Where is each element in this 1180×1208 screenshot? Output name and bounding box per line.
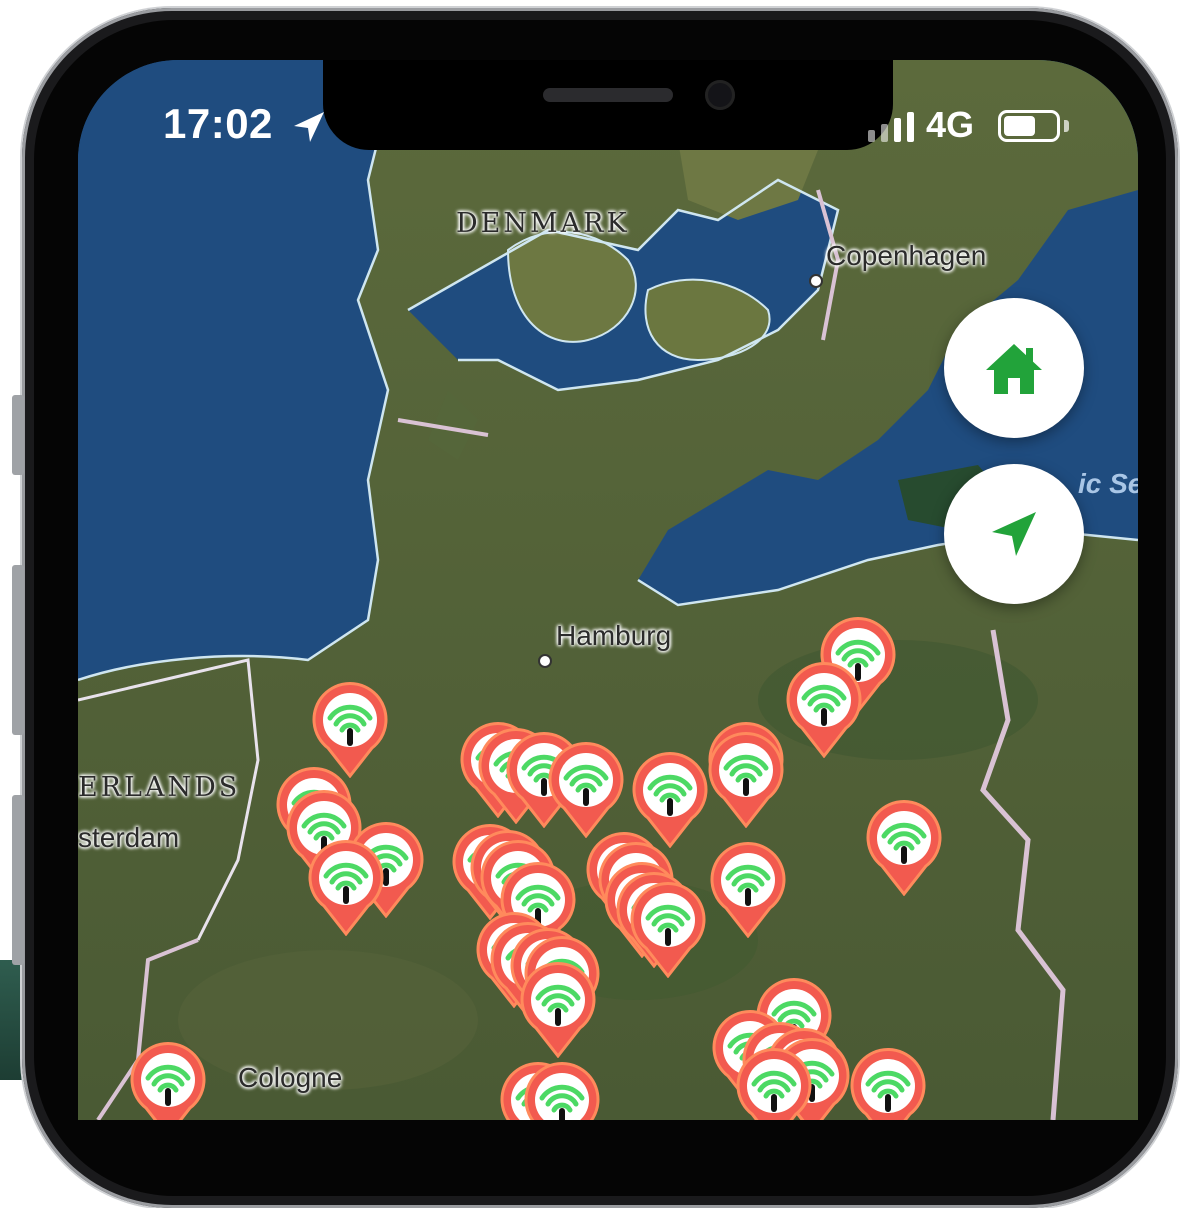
wifi-signal-icon (866, 800, 942, 896)
map-label-netherlands: ERLANDS (78, 772, 241, 803)
wifi-signal-icon (312, 682, 388, 778)
city-marker-copenhagen (809, 274, 823, 288)
mute-switch (12, 395, 24, 475)
wifi-signal-icon (308, 840, 384, 936)
status-time: 17:02 (163, 100, 273, 147)
cellular-signal-icon (868, 112, 914, 142)
volume-up-button (12, 565, 24, 735)
wifi-signal-icon (708, 732, 784, 828)
wifi-signal-icon (630, 882, 706, 978)
map-marker[interactable] (784, 660, 864, 758)
wifi-signal-icon (524, 1062, 600, 1120)
map-label-copenhagen: Copenhagen (826, 240, 987, 271)
battery-icon (998, 110, 1060, 142)
map-label-baltic-sea: ic Se (1078, 468, 1138, 499)
home-button[interactable] (944, 298, 1084, 438)
battery-tip (1064, 120, 1069, 132)
map-label-denmark: DENMARK (456, 208, 630, 239)
location-services-icon (294, 112, 324, 142)
map-label-amsterdam: sterdam (78, 822, 180, 853)
wifi-signal-icon (786, 662, 862, 758)
volume-down-button (12, 795, 24, 965)
map-marker[interactable] (708, 840, 788, 938)
map-label-hamburg: Hamburg (556, 620, 672, 651)
network-type: 4G (926, 104, 975, 145)
wifi-signal-icon (736, 1048, 812, 1120)
wifi-signal-icon (520, 962, 596, 1058)
city-marker-hamburg (538, 654, 552, 668)
map-marker[interactable] (734, 1046, 814, 1120)
map-marker[interactable] (706, 730, 786, 828)
notch (323, 60, 893, 150)
map-marker[interactable] (546, 740, 626, 838)
map-marker[interactable] (522, 1060, 602, 1120)
map-marker[interactable] (628, 880, 708, 978)
map-marker[interactable] (864, 798, 944, 896)
navigation-arrow-icon (992, 512, 1036, 556)
map-marker[interactable] (848, 1046, 928, 1120)
map-label-cologne: Cologne (238, 1062, 343, 1093)
map-marker[interactable] (310, 680, 390, 778)
map-marker[interactable] (518, 960, 598, 1058)
screen: DENMARK Copenhagen Hamburg ERLANDS sterd… (78, 60, 1138, 1120)
front-camera (705, 80, 735, 110)
locate-me-button[interactable] (944, 464, 1084, 604)
earpiece-speaker (543, 88, 673, 102)
wifi-signal-icon (710, 842, 786, 938)
wifi-signal-icon (850, 1048, 926, 1120)
wifi-signal-icon (548, 742, 624, 838)
wifi-signal-icon (130, 1042, 206, 1120)
battery-level (1004, 116, 1035, 136)
map-marker[interactable] (128, 1040, 208, 1120)
home-icon (986, 344, 1042, 394)
map-marker[interactable] (306, 838, 386, 936)
